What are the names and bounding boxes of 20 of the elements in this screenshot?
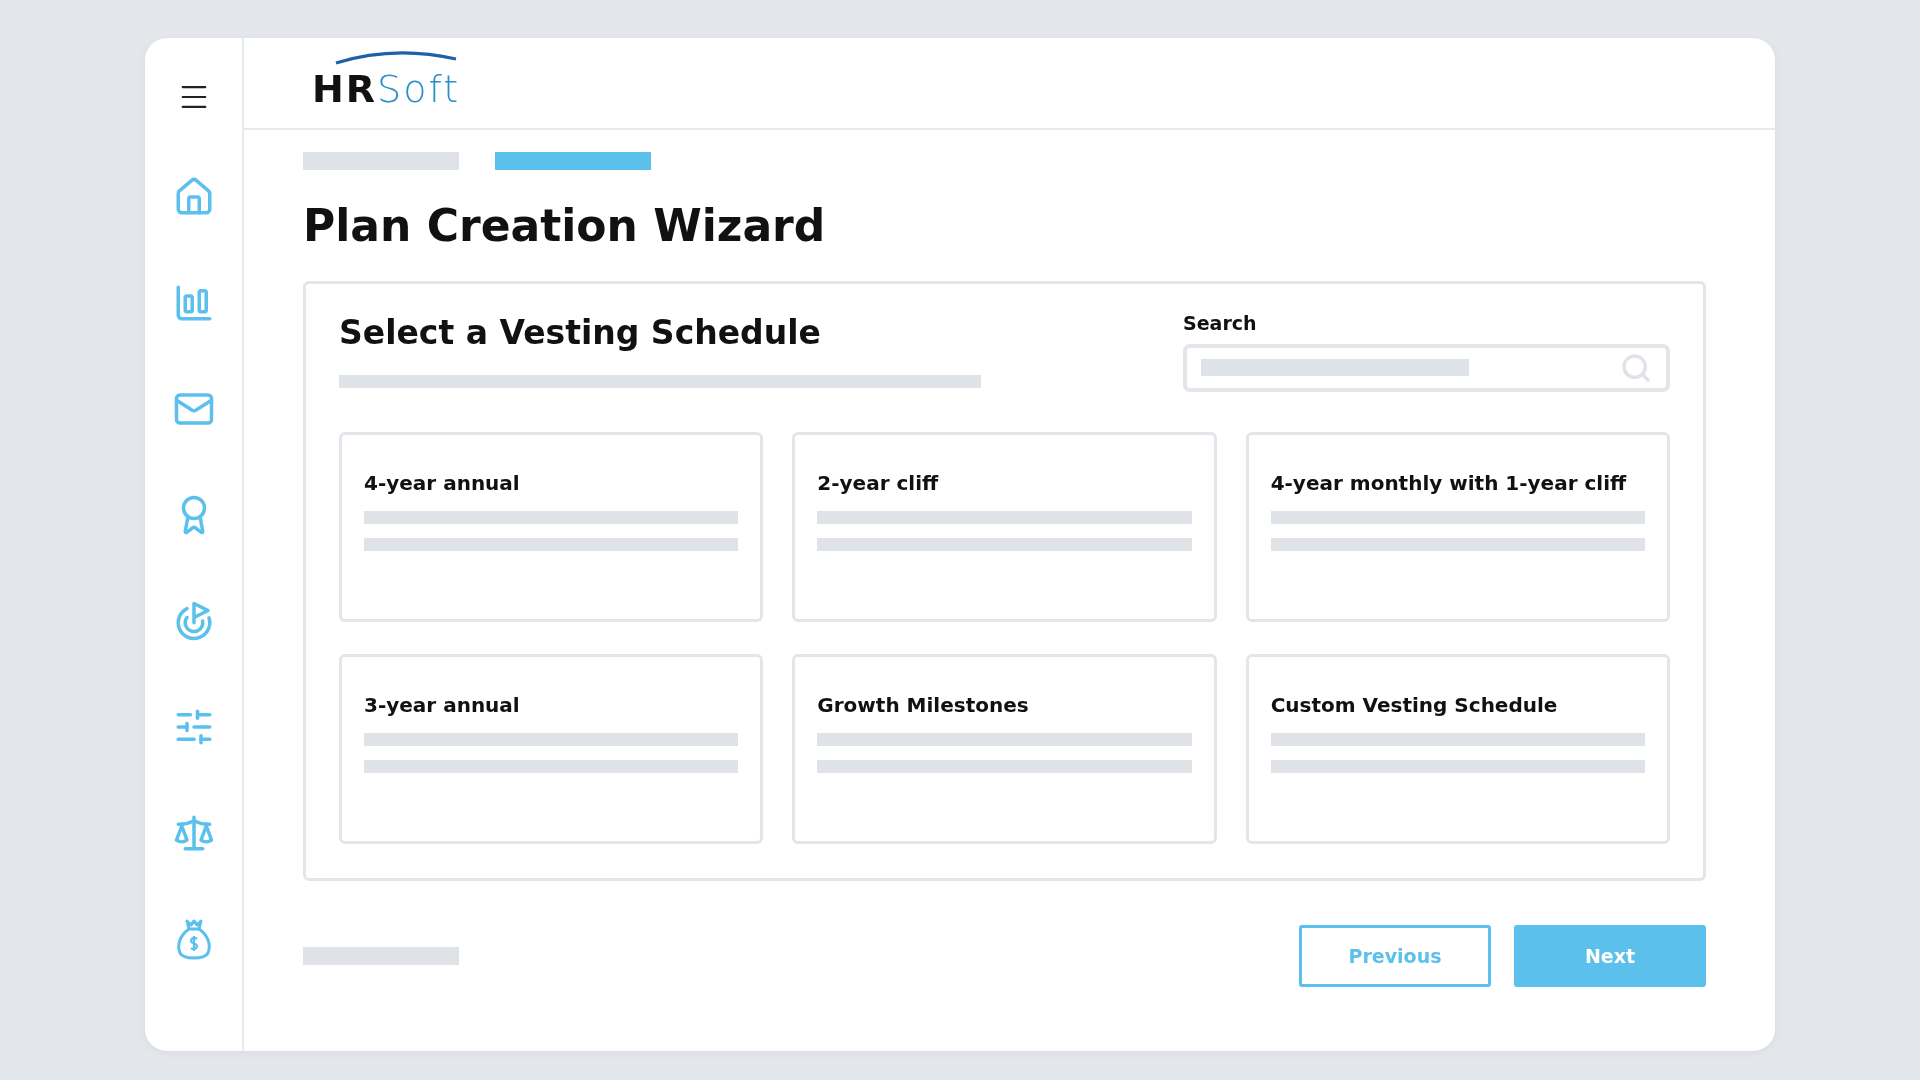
panel-title: Select a Vesting Schedule [339,311,822,354]
page-title: Plan Creation Wizard [303,200,827,253]
search-label: Search [1183,311,1258,334]
schedule-card[interactable]: 4-year annual [339,431,764,622]
hrsoft-logo[interactable]: HRSoft [312,55,461,111]
card-title: Growth Milestones [817,692,1030,717]
schedule-card[interactable]: Growth Milestones [792,653,1217,844]
schedule-card[interactable]: 4-year monthly with 1-year cliff [1245,431,1670,622]
search-icon [1620,351,1652,384]
card-title: 2-year cliff [817,470,940,495]
schedule-card[interactable]: Custom Vesting Schedule [1245,653,1670,844]
money-bag-icon[interactable] [174,918,213,960]
schedule-card[interactable]: 2-year cliff [792,431,1217,622]
logo-arc-icon [334,49,458,65]
search-field[interactable] [1183,343,1670,392]
card-title: Custom Vesting Schedule [1270,692,1559,717]
card-title: 4-year annual [364,470,521,495]
card-title: 4-year monthly with 1-year cliff [1270,470,1628,495]
schedule-card[interactable]: 3-year annual [339,653,764,844]
card-title: 3-year annual [364,692,521,717]
